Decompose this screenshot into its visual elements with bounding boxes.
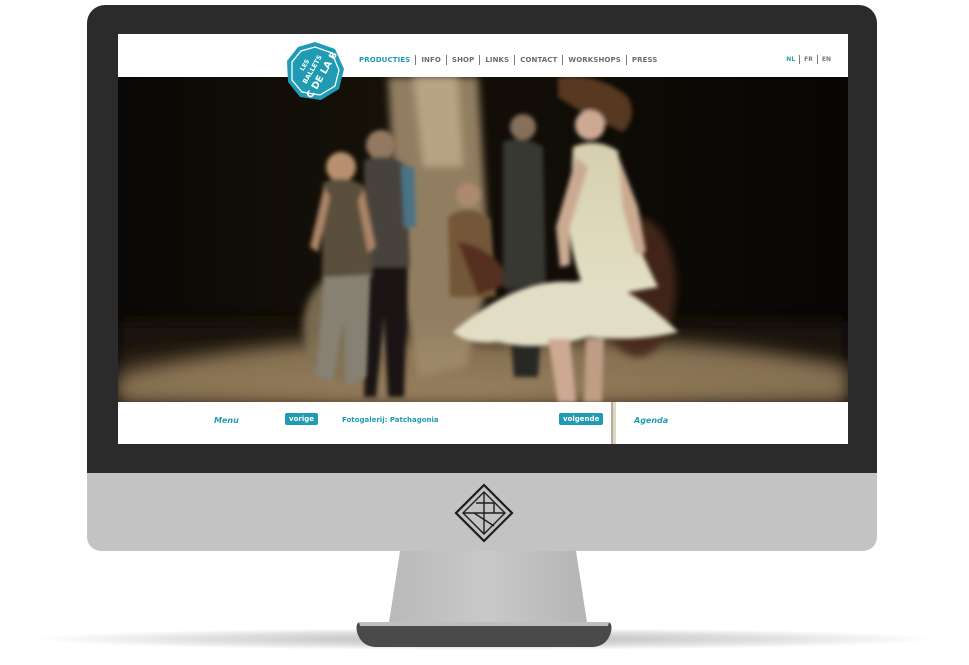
nav-item-contact[interactable]: CONTACT <box>515 56 562 64</box>
nav-item-workshops[interactable]: WORKSHOPS <box>563 56 625 64</box>
lang-fr[interactable]: FR <box>800 56 817 63</box>
monitor-stand-base <box>356 622 612 647</box>
nav-item-shop[interactable]: SHOP <box>447 56 479 64</box>
website-screen: PRODUCTIES INFO SHOP LINKS CONTACT WORKS… <box>118 34 848 444</box>
nav-item-info[interactable]: INFO <box>416 56 446 64</box>
next-button[interactable]: volgende <box>559 413 604 425</box>
nav-item-links[interactable]: LINKS <box>480 56 514 64</box>
panel-divider <box>611 402 616 444</box>
site-logo[interactable]: LES BALLETS C DE LA B <box>284 40 346 102</box>
diamond-monogram-icon <box>454 483 514 543</box>
menu-link[interactable]: Menu <box>214 416 239 425</box>
gallery-controls: Menu vorige Fotogalerij: Patchagonia vol… <box>118 402 848 444</box>
hero-photo <box>118 77 848 402</box>
dance-performance-photo <box>118 77 848 402</box>
lang-en[interactable]: EN <box>818 56 835 63</box>
nav-item-producties[interactable]: PRODUCTIES <box>354 56 415 64</box>
site-header: PRODUCTIES INFO SHOP LINKS CONTACT WORKS… <box>118 34 848 77</box>
agenda-link[interactable]: Agenda <box>634 416 668 425</box>
monitor-stand-neck <box>388 551 588 629</box>
previous-button[interactable]: vorige <box>285 413 318 425</box>
main-nav: PRODUCTIES INFO SHOP LINKS CONTACT WORKS… <box>354 55 662 65</box>
language-switcher: NL FR EN <box>782 55 835 64</box>
gallery-title: Fotogalerij: Patchagonia <box>342 416 439 424</box>
lang-nl[interactable]: NL <box>782 56 799 63</box>
nav-item-press[interactable]: PRESS <box>627 56 663 64</box>
